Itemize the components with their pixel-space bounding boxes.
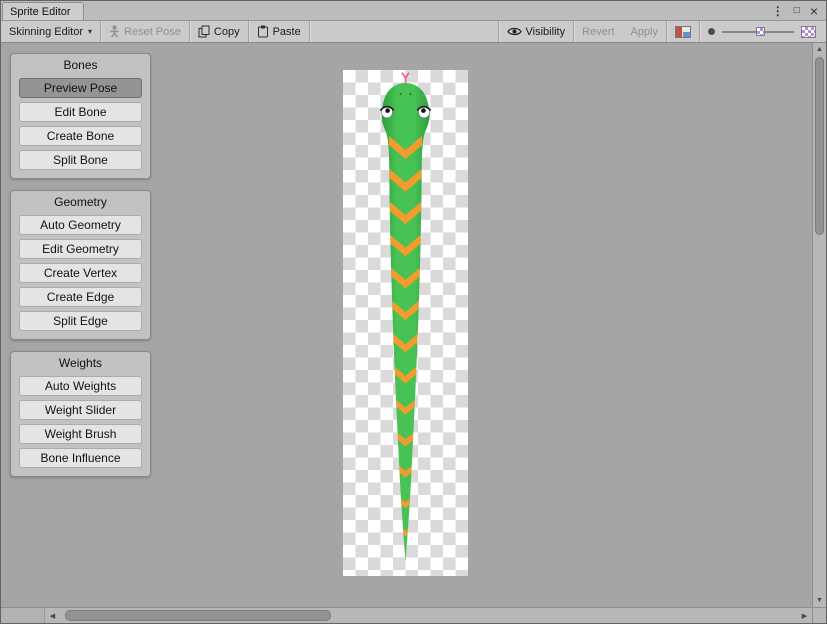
window-menu-icon[interactable]: ⋮ (772, 5, 784, 17)
reset-pose-button[interactable]: Reset Pose (101, 21, 189, 42)
weight-brush-button[interactable]: Weight Brush (19, 424, 142, 444)
panel-title: Geometry (19, 193, 142, 211)
titlebar: Sprite Editor ⋮ □ × (1, 1, 826, 21)
toolbar-separator (309, 21, 310, 42)
scrollbar-corner (812, 607, 826, 623)
scroll-right-icon[interactable]: ▶ (797, 608, 812, 623)
zoom-min-icon (708, 28, 715, 35)
tab-title: Sprite Editor (10, 6, 71, 18)
scroll-down-icon[interactable]: ▼ (813, 594, 826, 607)
panel-bones: Bones Preview Pose Edit Bone Create Bone Spl… (10, 53, 151, 179)
sprite-editor-window: Sprite Editor ⋮ □ × Skinning Editor ▾ Re… (0, 0, 827, 624)
split-edge-button[interactable]: Split Edge (19, 311, 142, 331)
scrollbar-spacer (1, 608, 45, 623)
copy-label: Copy (214, 26, 240, 38)
skinning-canvas[interactable]: Bones Preview Pose Edit Bone Create Bone Spl… (1, 43, 812, 607)
bone-influence-button[interactable]: Bone Influence (19, 448, 142, 468)
scroll-up-icon[interactable]: ▲ (813, 43, 826, 56)
vertical-scrollbar[interactable]: ▲ ▼ (812, 43, 826, 607)
maximize-icon[interactable]: □ (794, 6, 800, 16)
horizontal-scrollbar[interactable]: ◀ ▶ (1, 607, 812, 623)
edit-bone-button[interactable]: Edit Bone (19, 102, 142, 122)
zoom-slider-thumb[interactable] (756, 27, 765, 36)
reset-pose-label: Reset Pose (124, 26, 181, 38)
sprite-frame[interactable] (343, 70, 468, 576)
paste-button[interactable]: Paste (249, 21, 309, 42)
paste-label: Paste (273, 26, 301, 38)
vertical-scrollbar-thumb[interactable] (815, 57, 824, 235)
panel-weights: Weights Auto Weights Weight Slider Weight B… (10, 351, 151, 477)
paste-icon (257, 25, 269, 38)
revert-label: Revert (582, 26, 614, 38)
zoom-slider[interactable] (722, 31, 794, 33)
chevron-down-icon: ▾ (88, 27, 92, 36)
edit-geometry-button[interactable]: Edit Geometry (19, 239, 142, 259)
panel-title: Weights (19, 354, 142, 372)
visibility-label: Visibility (526, 26, 566, 38)
tab-sprite-editor[interactable]: Sprite Editor (2, 2, 84, 20)
apply-button[interactable]: Apply (622, 21, 666, 42)
texture-channel-button[interactable] (667, 21, 699, 42)
titlebar-controls: ⋮ □ × (772, 4, 826, 20)
visibility-button[interactable]: Visibility (499, 21, 574, 42)
horizontal-scrollbar-thumb[interactable] (65, 610, 331, 621)
create-bone-button[interactable]: Create Bone (19, 126, 142, 146)
create-vertex-button[interactable]: Create Vertex (19, 263, 142, 283)
copy-button[interactable]: Copy (190, 21, 248, 42)
panel-title: Bones (19, 56, 142, 74)
copy-icon (198, 25, 210, 38)
revert-button[interactable]: Revert (574, 21, 622, 42)
skinning-editor-label: Skinning Editor (9, 26, 83, 38)
eye-icon (507, 26, 522, 37)
panel-geometry: Geometry Auto Geometry Edit Geometry Create… (10, 190, 151, 340)
scroll-left-icon[interactable]: ◀ (45, 608, 60, 623)
snake-sprite (343, 70, 468, 576)
tool-panels: Bones Preview Pose Edit Bone Create Bone Spl… (10, 53, 151, 477)
auto-geometry-button[interactable]: Auto Geometry (19, 215, 142, 235)
toolbar-right-group: Visibility Revert Apply (498, 21, 826, 42)
split-bone-button[interactable]: Split Bone (19, 150, 142, 170)
reset-pose-icon (109, 25, 120, 38)
texture-icon (675, 26, 691, 38)
auto-weights-button[interactable]: Auto Weights (19, 376, 142, 396)
weight-slider-button[interactable]: Weight Slider (19, 400, 142, 420)
horizontal-scrollbar-track[interactable] (60, 608, 797, 623)
apply-label: Apply (630, 26, 658, 38)
close-icon[interactable]: × (810, 4, 818, 18)
skinning-editor-dropdown[interactable]: Skinning Editor ▾ (1, 21, 100, 42)
zoom-max-icon (801, 26, 816, 38)
create-edge-button[interactable]: Create Edge (19, 287, 142, 307)
zoom-control (700, 21, 826, 42)
toolbar: Skinning Editor ▾ Reset Pose Copy P (1, 21, 826, 43)
preview-pose-button[interactable]: Preview Pose (19, 78, 142, 98)
